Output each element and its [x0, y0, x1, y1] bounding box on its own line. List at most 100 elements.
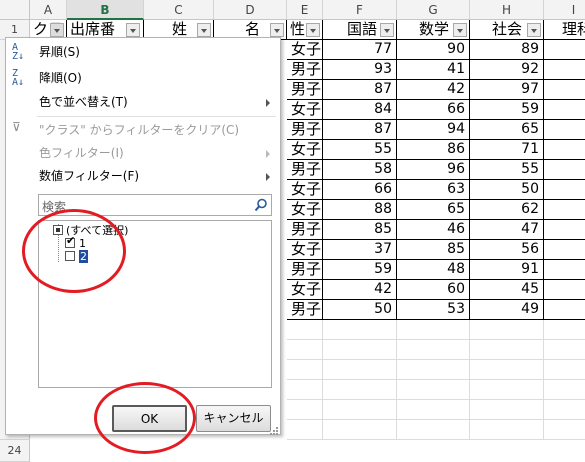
sugaku-cell[interactable]: 41 [397, 60, 470, 80]
empty-cell[interactable] [544, 360, 585, 380]
value-1-label[interactable]: 1 [79, 237, 86, 250]
sugaku-cell[interactable]: 66 [397, 100, 470, 120]
rika-cell[interactable] [544, 220, 585, 240]
empty-cell[interactable] [323, 400, 397, 420]
sugaku-cell[interactable]: 65 [397, 200, 470, 220]
empty-cell[interactable] [397, 340, 470, 360]
empty-cell[interactable] [323, 320, 397, 340]
empty-cell[interactable] [544, 320, 585, 340]
rika-cell[interactable] [544, 180, 585, 200]
shakai-cell[interactable]: 97 [470, 80, 544, 100]
rika-cell[interactable] [544, 300, 585, 320]
empty-cell[interactable] [544, 400, 585, 420]
empty-cell[interactable] [470, 380, 544, 400]
value-2-checkbox[interactable] [65, 251, 75, 261]
empty-cell[interactable] [287, 420, 323, 440]
empty-cell[interactable] [470, 400, 544, 420]
gender-cell[interactable]: 男子 [287, 160, 323, 180]
shakai-cell[interactable]: 50 [470, 180, 544, 200]
sugaku-cell[interactable]: 48 [397, 260, 470, 280]
kokugo-cell[interactable]: 42 [323, 280, 397, 300]
filter-search-input[interactable]: 検索 [38, 194, 272, 216]
filter-button-surname[interactable] [197, 23, 211, 37]
kokugo-cell[interactable]: 50 [323, 300, 397, 320]
gender-cell[interactable]: 女子 [287, 240, 323, 260]
empty-cell[interactable] [470, 360, 544, 380]
empty-cell[interactable] [470, 420, 544, 440]
empty-cell[interactable] [470, 320, 544, 340]
gender-cell[interactable]: 男子 [287, 80, 323, 100]
rika-cell[interactable] [544, 80, 585, 100]
empty-cell[interactable] [287, 360, 323, 380]
filter-button-sugaku[interactable] [453, 23, 467, 37]
sugaku-cell[interactable]: 96 [397, 160, 470, 180]
shakai-cell[interactable]: 56 [470, 240, 544, 260]
color-filter-item[interactable]: 色フィルター(I) [6, 141, 280, 165]
column-header-f[interactable]: F [323, 0, 397, 20]
empty-cell[interactable] [323, 340, 397, 360]
kokugo-cell[interactable]: 66 [323, 180, 397, 200]
select-all-label[interactable]: (すべて選択) [66, 224, 128, 237]
filter-button-given-name[interactable] [270, 23, 284, 37]
sugaku-cell[interactable]: 63 [397, 180, 470, 200]
filter-button-kokugo[interactable] [380, 23, 394, 37]
empty-cell[interactable] [397, 380, 470, 400]
header-cell-sugaku[interactable]: 数学 [397, 20, 470, 40]
shakai-cell[interactable]: 91 [470, 260, 544, 280]
ok-button[interactable]: OK [112, 405, 187, 432]
kokugo-cell[interactable]: 59 [323, 260, 397, 280]
kokugo-cell[interactable]: 58 [323, 160, 397, 180]
empty-cell[interactable] [323, 380, 397, 400]
shakai-cell[interactable]: 47 [470, 220, 544, 240]
gender-cell[interactable]: 男子 [287, 260, 323, 280]
gender-cell[interactable]: 女子 [287, 280, 323, 300]
sugaku-cell[interactable]: 85 [397, 240, 470, 260]
empty-cell[interactable] [287, 380, 323, 400]
sugaku-cell[interactable]: 42 [397, 80, 470, 100]
empty-cell[interactable] [323, 420, 397, 440]
cancel-button[interactable]: キャンセル [196, 405, 271, 432]
column-header-g[interactable]: G [397, 0, 470, 20]
rika-cell[interactable] [544, 240, 585, 260]
sugaku-cell[interactable]: 60 [397, 280, 470, 300]
rika-cell[interactable] [544, 200, 585, 220]
header-cell-rika[interactable]: 理科 [544, 20, 585, 40]
number-filter-item[interactable]: 数値フィルター(F) [6, 164, 280, 188]
sort-by-color-item[interactable]: 色で並べ替え(T) [6, 90, 280, 114]
header-cell-gender[interactable]: 性 [287, 20, 323, 40]
rika-cell[interactable] [544, 260, 585, 280]
gender-cell[interactable]: 男子 [287, 300, 323, 320]
kokugo-cell[interactable]: 87 [323, 80, 397, 100]
empty-cell[interactable] [397, 400, 470, 420]
sugaku-cell[interactable]: 86 [397, 140, 470, 160]
rika-cell[interactable] [544, 60, 585, 80]
kokugo-cell[interactable]: 37 [323, 240, 397, 260]
empty-cell[interactable] [544, 340, 585, 360]
sugaku-cell[interactable]: 90 [397, 40, 470, 60]
gender-cell[interactable]: 女子 [287, 140, 323, 160]
shakai-cell[interactable]: 89 [470, 40, 544, 60]
gender-cell[interactable]: 男子 [287, 220, 323, 240]
resize-grip-icon[interactable] [270, 424, 278, 435]
empty-cell[interactable] [397, 320, 470, 340]
rika-cell[interactable] [544, 120, 585, 140]
rika-cell[interactable] [544, 160, 585, 180]
kokugo-cell[interactable]: 93 [323, 60, 397, 80]
gender-cell[interactable]: 女子 [287, 200, 323, 220]
shakai-cell[interactable]: 92 [470, 60, 544, 80]
empty-cell[interactable] [287, 320, 323, 340]
gender-cell[interactable]: 女子 [287, 40, 323, 60]
shakai-cell[interactable]: 71 [470, 140, 544, 160]
corner-cell[interactable] [0, 0, 30, 20]
sort-ascending-item[interactable]: A Z↓ 昇順(S) [6, 40, 280, 64]
kokugo-cell[interactable]: 84 [323, 100, 397, 120]
shakai-cell[interactable]: 65 [470, 120, 544, 140]
rika-cell[interactable] [544, 40, 585, 60]
gender-cell[interactable]: 男子 [287, 120, 323, 140]
empty-cell[interactable] [323, 360, 397, 380]
kokugo-cell[interactable]: 77 [323, 40, 397, 60]
sort-descending-item[interactable]: Z A↓ 降順(O) [6, 66, 280, 90]
kokugo-cell[interactable]: 55 [323, 140, 397, 160]
filter-button-gender[interactable] [306, 23, 320, 37]
clear-filter-item[interactable]: ⊽ "クラス" からフィルターをクリア(C) [6, 118, 280, 142]
